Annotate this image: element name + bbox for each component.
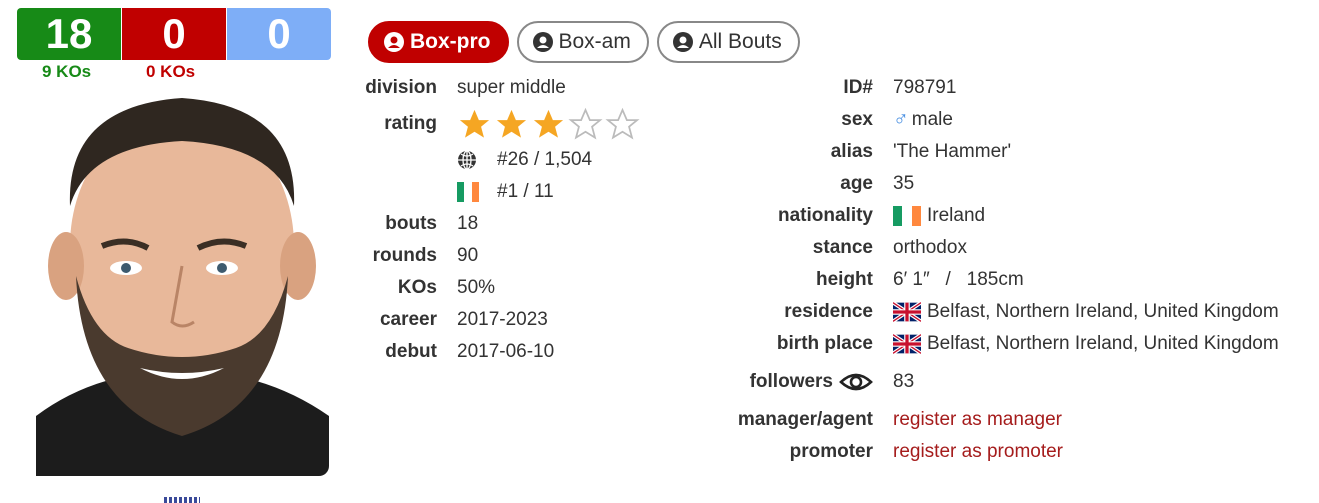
star-filled-icon xyxy=(496,109,527,138)
tab-all-bouts[interactable]: All Bouts xyxy=(656,21,800,63)
ireland-flag-icon xyxy=(893,206,921,226)
country-rank[interactable]: #1 / 11 xyxy=(497,181,554,203)
eye-icon[interactable] xyxy=(839,370,873,394)
star-filled-icon xyxy=(459,109,490,138)
rounds-value: 90 xyxy=(457,245,479,266)
rating-label: rating xyxy=(384,113,437,134)
kos-row: KOs 50% xyxy=(340,272,640,304)
star-empty-icon xyxy=(605,107,640,140)
small-flag-icon xyxy=(164,497,200,503)
world-rank-row: #26 / 1,504 xyxy=(340,144,640,176)
age-row: age 35 xyxy=(700,168,1279,200)
id-row: ID# 798791 xyxy=(700,72,1279,104)
world-rank[interactable]: #26 / 1,504 xyxy=(497,149,592,171)
uk-flag-icon xyxy=(893,302,921,322)
debut-row: debut 2017-06-10 xyxy=(340,336,640,368)
country-rank-row: #1 / 11 xyxy=(340,176,640,208)
register-manager-link[interactable]: register as manager xyxy=(893,409,1062,431)
bouts-value: 18 xyxy=(457,213,479,234)
residence-label: residence xyxy=(784,301,873,322)
sex-row: sex ♂ male xyxy=(700,104,1279,136)
height-row: height 6′ 1″ / 185cm xyxy=(700,264,1279,296)
record-summary: 18 0 0 xyxy=(17,8,331,60)
manager-label: manager/agent xyxy=(737,409,873,430)
nationality-label: nationality xyxy=(777,205,873,226)
age-label: age xyxy=(840,173,873,194)
tab-label: Box-am xyxy=(558,30,631,53)
star-empty-icon xyxy=(568,107,603,140)
birth-place-row: birth place Belfast, Northern Ireland, U… xyxy=(700,328,1279,360)
id-value: 798791 xyxy=(893,77,957,98)
height-value: 6′ 1″ / 185cm xyxy=(893,269,1024,290)
rating-row: rating xyxy=(340,104,640,144)
register-promoter-link[interactable]: register as promoter xyxy=(893,441,1063,463)
age-value: 35 xyxy=(893,173,915,194)
followers-label: followers xyxy=(749,371,833,392)
wins-count: 18 xyxy=(17,8,121,60)
division-value: super middle xyxy=(457,77,566,98)
career-label: career xyxy=(379,309,437,330)
uk-flag-icon xyxy=(893,334,921,354)
bouts-row: bouts 18 xyxy=(340,208,640,240)
manager-row: manager/agent register as manager xyxy=(700,404,1279,436)
loss-kos: 0 KOs xyxy=(146,62,196,81)
division-label: division xyxy=(365,77,437,98)
boxer-photo xyxy=(36,86,329,476)
ireland-flag-icon xyxy=(457,182,479,202)
career-row: career 2017-2023 xyxy=(340,304,640,336)
alias-label: alias xyxy=(830,141,873,162)
promoter-row: promoter register as promoter xyxy=(700,436,1279,468)
record-tabs: Box-pro Box-am All Bouts xyxy=(368,21,800,63)
rounds-label: rounds xyxy=(372,245,437,266)
stance-value: orthodox xyxy=(893,237,967,258)
debut-value: 2017-06-10 xyxy=(457,341,555,362)
tab-box-am[interactable]: Box-am xyxy=(516,21,649,63)
followers-value: 83 xyxy=(893,371,915,392)
star-filled-icon xyxy=(533,109,564,138)
id-label: ID# xyxy=(843,77,873,98)
nationality-row: nationality Ireland xyxy=(700,200,1279,232)
alias-row: alias 'The Hammer' xyxy=(700,136,1279,168)
tab-label: Box-pro xyxy=(410,30,491,53)
stance-label: stance xyxy=(812,237,873,258)
kos-value: 50% xyxy=(457,277,496,298)
boxer-stats: division super middle rating #26 / 1,504… xyxy=(340,72,640,368)
male-icon: ♂ xyxy=(893,108,909,131)
kos-label: KOs xyxy=(397,277,437,298)
birth-place-label: birth place xyxy=(776,333,873,354)
win-kos: 9 KOs xyxy=(42,62,92,81)
alias-value: 'The Hammer' xyxy=(893,141,1012,162)
promoter-label: promoter xyxy=(789,441,873,462)
user-circle-icon xyxy=(672,32,693,52)
division-row: division super middle xyxy=(340,72,640,104)
user-circle-icon xyxy=(384,32,404,52)
globe-icon xyxy=(457,150,485,170)
residence-value[interactable]: Belfast, Northern Ireland, United Kingdo… xyxy=(927,301,1279,323)
tab-box-pro[interactable]: Box-pro xyxy=(368,21,509,63)
rounds-row: rounds 90 xyxy=(340,240,640,272)
sex-label: sex xyxy=(841,109,873,130)
stance-row: stance orthodox xyxy=(700,232,1279,264)
followers-row: followers 83 xyxy=(700,360,1279,404)
rating-stars xyxy=(457,107,640,142)
bouts-label: bouts xyxy=(385,213,437,234)
user-circle-icon xyxy=(532,32,553,52)
losses-count: 0 xyxy=(122,8,226,60)
debut-label: debut xyxy=(385,341,437,362)
height-label: height xyxy=(816,269,873,290)
career-value: 2017-2023 xyxy=(457,309,548,330)
boxer-details: ID# 798791 sex ♂ male alias 'The Hammer'… xyxy=(700,72,1279,468)
birth-place-value[interactable]: Belfast, Northern Ireland, United Kingdo… xyxy=(927,333,1279,355)
nationality-value: Ireland xyxy=(927,205,986,226)
draws-count: 0 xyxy=(227,8,331,60)
residence-row: residence Belfast, Northern Ireland, Uni… xyxy=(700,296,1279,328)
sex-value: male xyxy=(911,109,953,130)
tab-label: All Bouts xyxy=(698,30,782,53)
